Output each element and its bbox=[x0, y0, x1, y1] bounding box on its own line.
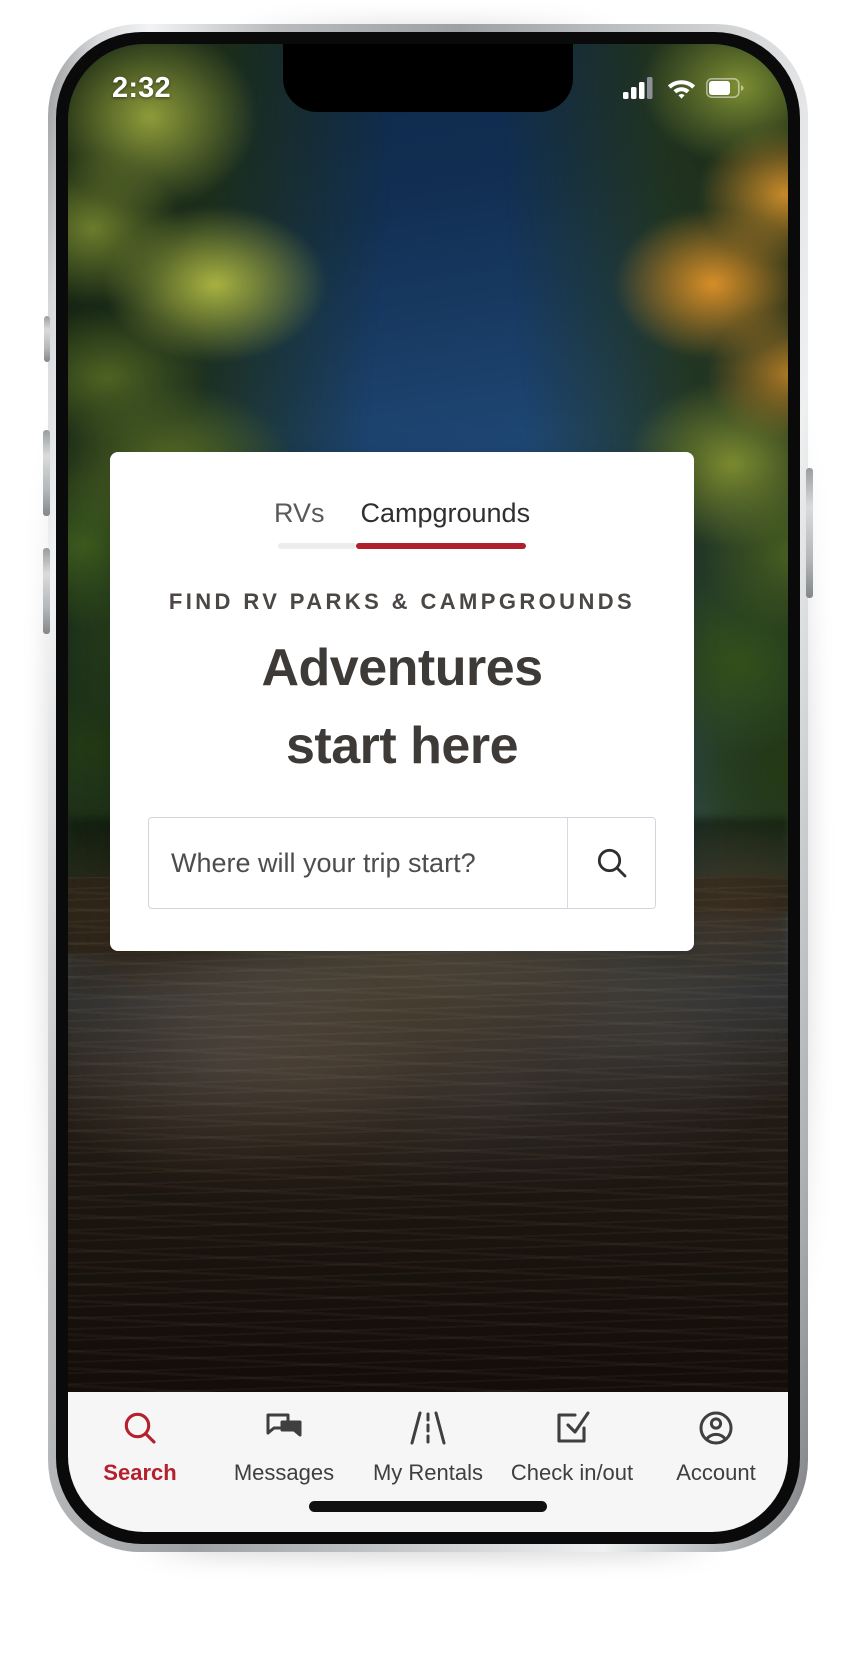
search-icon bbox=[597, 848, 626, 878]
card-headline: Adventures start here bbox=[110, 629, 694, 785]
road-icon bbox=[410, 1411, 446, 1445]
nav-item-search[interactable]: Search bbox=[68, 1406, 212, 1486]
tab-campgrounds[interactable]: Campgrounds bbox=[352, 498, 538, 543]
volume-down-button[interactable] bbox=[43, 548, 50, 634]
wifi-icon bbox=[667, 80, 696, 99]
account-circle-icon bbox=[699, 1411, 733, 1445]
headline-line-2: start here bbox=[286, 717, 519, 775]
tab-rail-campgrounds bbox=[356, 543, 526, 549]
nav-label-my-rentals: My Rentals bbox=[372, 1460, 484, 1485]
tab-rail-rvs bbox=[278, 543, 356, 549]
nav-label-messages: Messages bbox=[233, 1460, 335, 1485]
battery-icon bbox=[706, 78, 744, 98]
nav-label-account: Account bbox=[676, 1460, 756, 1485]
nav-item-my-rentals[interactable]: My Rentals bbox=[356, 1406, 500, 1486]
status-clock: 2:32 bbox=[112, 71, 171, 104]
location-search-bar bbox=[148, 817, 656, 909]
search-submit-button[interactable] bbox=[567, 818, 655, 908]
nav-item-account[interactable]: Account bbox=[644, 1406, 788, 1486]
search-icon bbox=[124, 1412, 156, 1444]
status-indicators bbox=[623, 76, 744, 100]
screenshot-canvas: 2:32 RVs Campgrounds FIND RV PARKS & CAM… bbox=[0, 0, 856, 1670]
messages-icon bbox=[266, 1413, 302, 1437]
search-input[interactable] bbox=[149, 818, 567, 908]
nav-label-check-in-out: Check in/out bbox=[510, 1460, 634, 1485]
search-tabs: RVs Campgrounds bbox=[110, 498, 694, 543]
water-reflection bbox=[68, 966, 788, 1205]
checkbox-check-icon bbox=[557, 1411, 590, 1443]
nav-item-messages[interactable]: Messages bbox=[212, 1406, 356, 1486]
nav-item-check-in-out[interactable]: Check in/out bbox=[500, 1406, 644, 1486]
volume-up-button[interactable] bbox=[43, 430, 50, 516]
card-eyebrow: FIND RV PARKS & CAMPGROUNDS bbox=[168, 589, 636, 614]
home-indicator[interactable] bbox=[309, 1501, 547, 1512]
phone-screen: 2:32 RVs Campgrounds FIND RV PARKS & CAM… bbox=[68, 44, 788, 1532]
tab-indicator-rails bbox=[110, 543, 694, 549]
power-button[interactable] bbox=[806, 468, 813, 598]
tab-rvs[interactable]: RVs bbox=[266, 498, 333, 543]
silent-switch[interactable] bbox=[44, 316, 50, 362]
status-bar: 2:32 bbox=[68, 44, 788, 114]
headline-line-1: Adventures bbox=[261, 639, 543, 697]
nav-label-search: Search bbox=[103, 1460, 177, 1485]
cellular-signal-icon bbox=[623, 77, 653, 99]
search-card: RVs Campgrounds FIND RV PARKS & CAMPGROU… bbox=[110, 452, 694, 951]
